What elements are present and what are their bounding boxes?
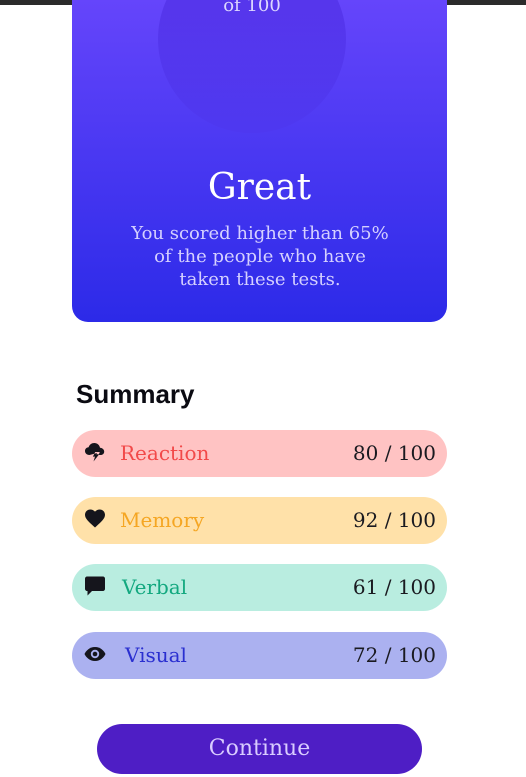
summary-label-visual: Visual	[125, 643, 187, 667]
lightning-cloud-icon	[83, 440, 107, 464]
result-description: You scored higher than 65% of the people…	[131, 223, 389, 290]
heart-icon	[83, 507, 107, 531]
result-title: Great	[207, 167, 312, 208]
summary-score-reaction: 80 / 100	[352, 441, 436, 465]
score-circle: 76 of 100	[158, 0, 346, 133]
chat-bubble-icon	[83, 574, 107, 598]
score-max: of 100	[223, 0, 281, 16]
summary-score-visual: 72 / 100	[352, 643, 436, 667]
summary-row-reaction: Reaction 80 / 100	[72, 430, 447, 477]
summary-score-memory: 92 / 100	[352, 508, 436, 532]
summary-row-visual: Visual 72 / 100	[72, 632, 447, 679]
summary-label-reaction: Reaction	[120, 441, 210, 465]
continue-button[interactable]: Continue	[97, 724, 422, 774]
result-card: 76 of 100 Great You scored higher than 6…	[72, 0, 447, 322]
summary-row-memory: Memory 92 / 100	[72, 497, 447, 544]
summary-heading: Summary	[76, 379, 195, 409]
summary-label-memory: Memory	[120, 508, 205, 532]
summary-score-verbal: 61 / 100	[352, 575, 436, 599]
summary-row-verbal: Verbal 61 / 100	[72, 564, 447, 611]
summary-label-verbal: Verbal	[122, 575, 188, 599]
eye-icon	[83, 642, 107, 666]
